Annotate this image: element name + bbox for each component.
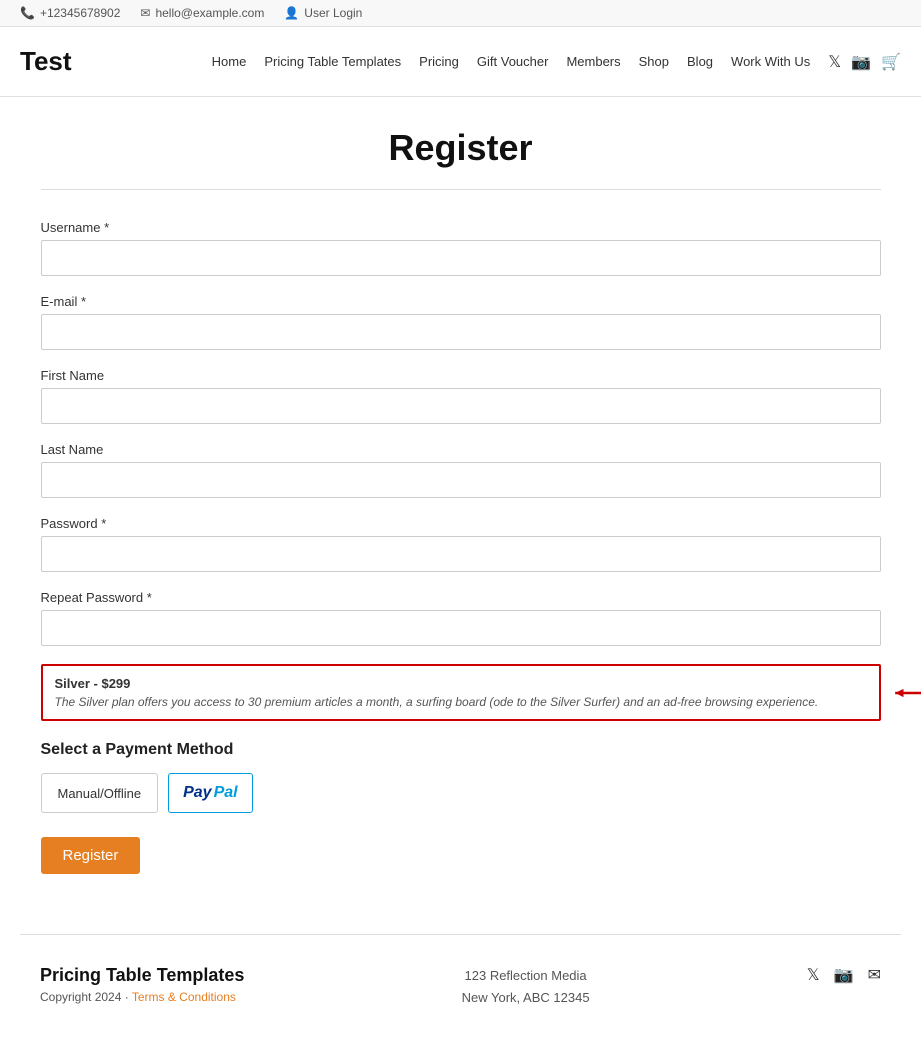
paypal-pal-light: Pal xyxy=(214,784,238,802)
manual-offline-label: Manual/Offline xyxy=(58,786,142,801)
title-divider xyxy=(41,189,881,190)
email-link[interactable]: hello@example.com xyxy=(155,6,264,20)
plan-title: Silver - $299 xyxy=(55,676,867,691)
nav-members[interactable]: Members xyxy=(566,54,620,69)
footer-instagram-icon[interactable]: 📷 xyxy=(834,965,854,985)
payment-section-title: Select a Payment Method xyxy=(41,741,881,759)
paypal-p-blue: Pay xyxy=(183,784,211,802)
repeat-password-group: Repeat Password * xyxy=(41,590,881,646)
email-group: E-mail * xyxy=(41,294,881,350)
nav-work-with-us[interactable]: Work With Us xyxy=(731,54,810,69)
user-icon: 👤 xyxy=(284,6,299,20)
nav-shop[interactable]: Shop xyxy=(639,54,669,69)
username-label: Username * xyxy=(41,220,881,235)
footer-twitter-icon[interactable]: 𝕏 xyxy=(807,965,820,985)
firstname-label: First Name xyxy=(41,368,881,383)
manual-offline-button[interactable]: Manual/Offline xyxy=(41,773,159,813)
phone-icon: 📞 xyxy=(20,6,35,20)
lastname-input[interactable] xyxy=(41,462,881,498)
username-group: Username * xyxy=(41,220,881,276)
site-footer: Pricing Table Templates Copyright 2024 ·… xyxy=(0,935,921,1039)
firstname-input[interactable] xyxy=(41,388,881,424)
footer-address: 123 Reflection Media New York, ABC 12345 xyxy=(462,965,590,1009)
top-bar: 📞 +12345678902 ✉ hello@example.com 👤 Use… xyxy=(0,0,921,27)
plan-wrapper: Silver - $299 The Silver plan offers you… xyxy=(41,664,881,721)
repeat-password-label: Repeat Password * xyxy=(41,590,881,605)
main-content: Register Username * E-mail * First Name … xyxy=(21,97,901,934)
footer-brand: Pricing Table Templates xyxy=(40,965,244,986)
social-nav-icons: 𝕏 📷 🛒 xyxy=(828,52,901,72)
phone-item: 📞 +12345678902 xyxy=(20,6,120,20)
user-login-link[interactable]: User Login xyxy=(304,6,362,20)
arrow-indicator xyxy=(891,683,921,703)
paypal-logo: PayPal xyxy=(183,784,237,802)
nav-pricing-table-templates[interactable]: Pricing Table Templates xyxy=(264,54,401,69)
nav-gift-voucher[interactable]: Gift Voucher xyxy=(477,54,549,69)
plan-box: Silver - $299 The Silver plan offers you… xyxy=(41,664,881,721)
phone-number: +12345678902 xyxy=(40,6,120,20)
footer-social-icons: 𝕏 📷 ✉ xyxy=(807,965,881,985)
footer-copyright: Copyright 2024 · Terms & Conditions xyxy=(40,990,244,1004)
lastname-label: Last Name xyxy=(41,442,881,457)
password-label: Password * xyxy=(41,516,881,531)
instagram-icon[interactable]: 📷 xyxy=(851,52,871,72)
footer-address-line2: New York, ABC 12345 xyxy=(462,987,590,1009)
firstname-group: First Name xyxy=(41,368,881,424)
terms-link[interactable]: Terms & Conditions xyxy=(132,990,236,1004)
footer-email-icon[interactable]: ✉ xyxy=(868,965,881,985)
email-input[interactable] xyxy=(41,314,881,350)
email-icon: ✉ xyxy=(140,6,150,20)
twitter-icon[interactable]: 𝕏 xyxy=(828,52,841,72)
footer-left: Pricing Table Templates Copyright 2024 ·… xyxy=(40,965,244,1004)
password-group: Password * xyxy=(41,516,881,572)
payment-methods: Manual/Offline PayPal xyxy=(41,773,881,813)
password-input[interactable] xyxy=(41,536,881,572)
page-title: Register xyxy=(41,127,881,169)
email-item: ✉ hello@example.com xyxy=(140,6,264,20)
footer-address-line1: 123 Reflection Media xyxy=(462,965,590,987)
arrow-svg xyxy=(891,683,921,703)
cart-icon[interactable]: 🛒 xyxy=(881,52,901,72)
site-logo[interactable]: Test xyxy=(20,46,72,77)
nav-pricing[interactable]: Pricing xyxy=(419,54,459,69)
username-input[interactable] xyxy=(41,240,881,276)
site-header: Test Home Pricing Table Templates Pricin… xyxy=(0,27,921,97)
repeat-password-input[interactable] xyxy=(41,610,881,646)
copyright-text: Copyright 2024 · xyxy=(40,990,129,1004)
plan-description: The Silver plan offers you access to 30 … xyxy=(55,695,867,709)
register-button[interactable]: Register xyxy=(41,837,141,874)
main-nav: Home Pricing Table Templates Pricing Gif… xyxy=(212,52,901,72)
email-label: E-mail * xyxy=(41,294,881,309)
register-form: Username * E-mail * First Name Last Name… xyxy=(41,220,881,874)
nav-blog[interactable]: Blog xyxy=(687,54,713,69)
paypal-button[interactable]: PayPal xyxy=(168,773,252,813)
nav-home[interactable]: Home xyxy=(212,54,247,69)
lastname-group: Last Name xyxy=(41,442,881,498)
user-login-item[interactable]: 👤 User Login xyxy=(284,6,362,20)
